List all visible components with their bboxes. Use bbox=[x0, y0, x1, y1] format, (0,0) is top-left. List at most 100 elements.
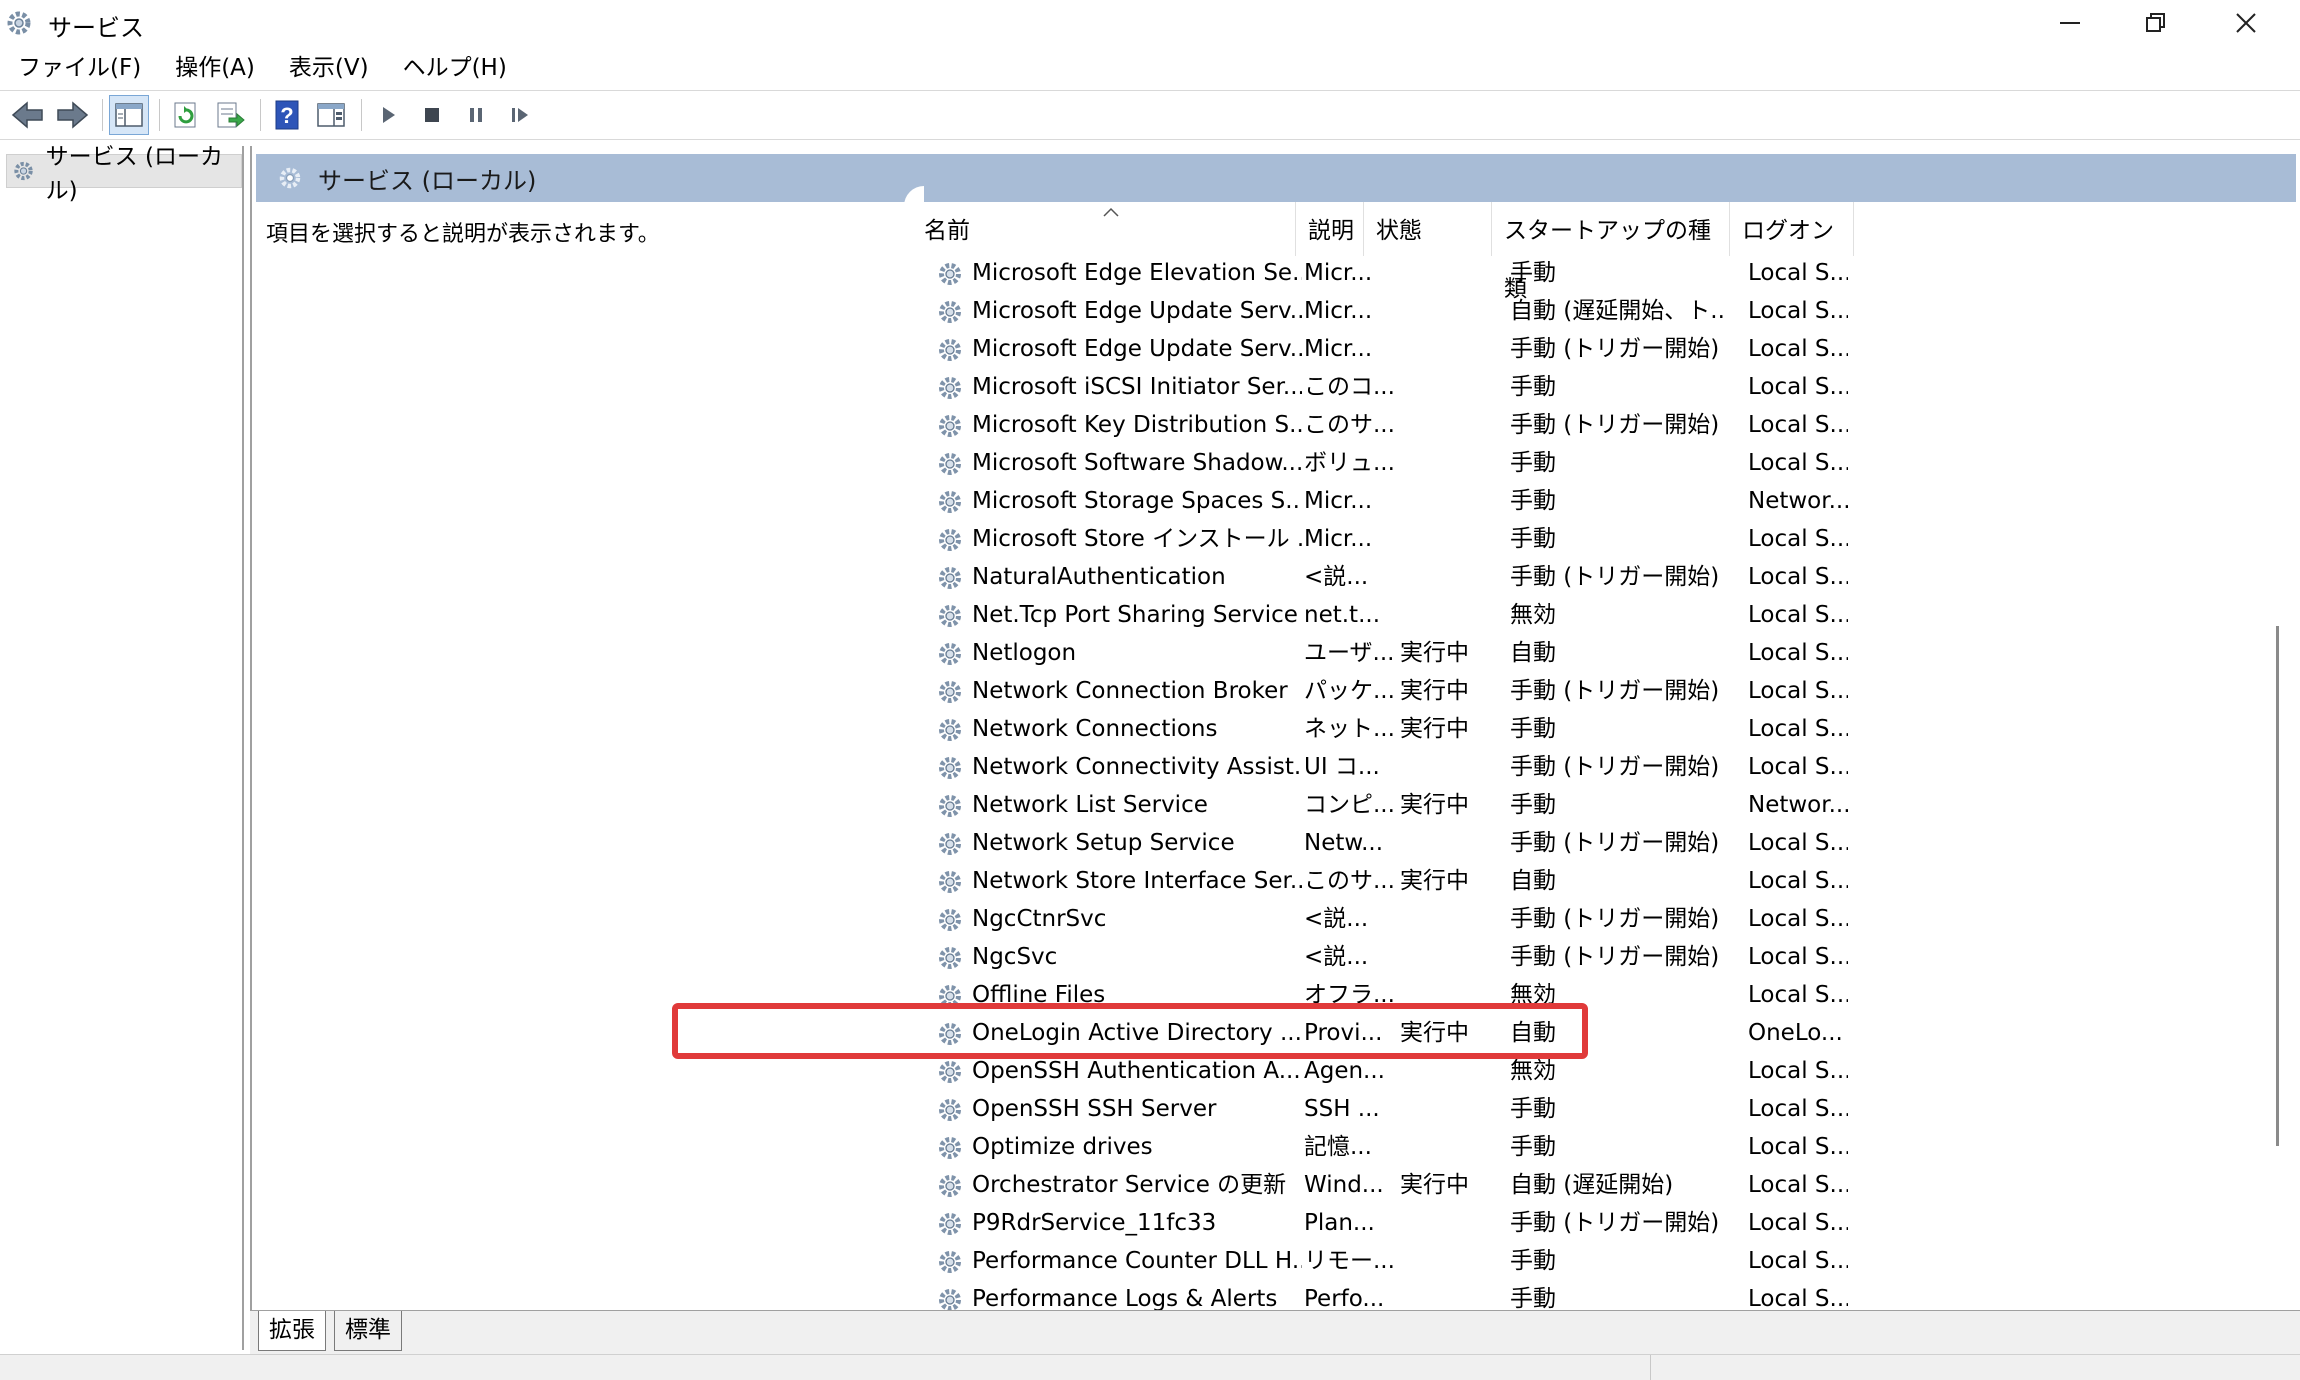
service-logon: Local S... bbox=[1748, 754, 1848, 780]
table-row[interactable]: Microsoft Key Distribution S... このサ... 手… bbox=[912, 406, 2292, 444]
service-startup-type: 自動 bbox=[1510, 640, 1556, 666]
help-button[interactable]: ? bbox=[267, 95, 307, 135]
menu-help[interactable]: ヘルプ(H) bbox=[386, 46, 524, 90]
table-row[interactable]: OpenSSH SSH Server SSH ... 手動 Local S... bbox=[912, 1090, 2292, 1128]
tab-standard[interactable]: 標準 bbox=[334, 1311, 402, 1351]
service-logon: Local S... bbox=[1748, 640, 1848, 666]
service-startup-type: 手動 bbox=[1510, 1248, 1556, 1274]
refresh-button[interactable] bbox=[166, 95, 206, 135]
table-row[interactable]: NaturalAuthentication <説... 手動 (トリガー開始) … bbox=[912, 558, 2292, 596]
properties-button[interactable] bbox=[311, 95, 351, 135]
service-status: 実行中 bbox=[1400, 716, 1469, 742]
gear-icon bbox=[939, 681, 961, 703]
column-header-logon[interactable]: ログオン bbox=[1730, 202, 1854, 256]
table-row[interactable]: Network Connection Broker パッケ... 実行中 手動 … bbox=[912, 672, 2292, 710]
service-name: Network Setup Service bbox=[972, 830, 1235, 856]
service-logon: Local S... bbox=[1748, 1058, 1848, 1084]
service-logon: Local S... bbox=[1748, 564, 1848, 590]
gear-icon bbox=[939, 1175, 961, 1197]
service-description: 記憶... bbox=[1304, 1134, 1372, 1160]
service-status bbox=[1400, 558, 1478, 596]
service-description: ネット... bbox=[1304, 716, 1394, 742]
table-row[interactable]: Performance Logs & Alerts Perfo... 手動 Lo… bbox=[912, 1280, 2292, 1310]
service-status: 実行中 bbox=[1400, 1172, 1469, 1198]
service-name: Microsoft Key Distribution S... bbox=[972, 412, 1302, 438]
table-row[interactable]: Performance Counter DLL H... リモー... 手動 L… bbox=[912, 1242, 2292, 1280]
service-logon: Local S... bbox=[1748, 412, 1848, 438]
column-headers: 名前 説明 状態 スタートアップの種類 ログオン bbox=[912, 202, 2292, 302]
table-row[interactable]: Microsoft Edge Update Serv... Micr... 手動… bbox=[912, 330, 2292, 368]
service-status bbox=[1400, 368, 1478, 406]
service-startup-type: 自動 bbox=[1510, 868, 1556, 894]
service-startup-type: 手動 bbox=[1510, 488, 1556, 514]
forward-button[interactable] bbox=[52, 95, 92, 135]
gear-icon bbox=[939, 1137, 961, 1159]
column-header-startup-type[interactable]: スタートアップの種類 bbox=[1492, 202, 1730, 302]
show-console-tree-button[interactable] bbox=[109, 95, 149, 135]
service-description: Perfo... bbox=[1304, 1286, 1385, 1310]
export-list-button[interactable] bbox=[210, 95, 250, 135]
table-row[interactable]: Network Setup Service Netw... 手動 (トリガー開始… bbox=[912, 824, 2292, 862]
column-header-description[interactable]: 説明 bbox=[1296, 202, 1364, 256]
service-description: SSH ... bbox=[1304, 1096, 1380, 1122]
forward-arrow-icon bbox=[57, 101, 89, 129]
table-row[interactable]: Network Connections ネット... 実行中 手動 Local … bbox=[912, 710, 2292, 748]
service-name: Network Connection Broker bbox=[972, 678, 1288, 704]
column-header-name[interactable]: 名前 bbox=[912, 202, 1296, 256]
table-row[interactable]: Microsoft Software Shadow... ボリュ... 手動 L… bbox=[912, 444, 2292, 482]
service-startup-type: 手動 bbox=[1510, 450, 1556, 476]
start-service-button[interactable] bbox=[368, 95, 408, 135]
gear-icon bbox=[939, 833, 961, 855]
pause-service-button[interactable] bbox=[456, 95, 496, 135]
table-row[interactable]: Network List Service コンピ... 実行中 手動 Netwo… bbox=[912, 786, 2292, 824]
minimize-button[interactable] bbox=[2024, 0, 2116, 46]
table-row[interactable]: Microsoft Storage Spaces S... Micr... 手動… bbox=[912, 482, 2292, 520]
service-status bbox=[1400, 1280, 1478, 1310]
table-row[interactable]: NgcSvc <説... 手動 (トリガー開始) Local S... bbox=[912, 938, 2292, 976]
column-header-status[interactable]: 状態 bbox=[1364, 202, 1492, 256]
help-icon: ? bbox=[275, 100, 299, 130]
back-button[interactable] bbox=[8, 95, 48, 135]
resume-service-button[interactable] bbox=[500, 95, 540, 135]
menu-file[interactable]: ファイル(F) bbox=[0, 46, 158, 90]
service-name: OpenSSH SSH Server bbox=[972, 1096, 1217, 1122]
table-row[interactable]: Netlogon ユーザ... 実行中 自動 Local S... bbox=[912, 634, 2292, 672]
restore-button[interactable] bbox=[2110, 0, 2202, 46]
table-row[interactable]: Microsoft Store インストール ... Micr... 手動 Lo… bbox=[912, 520, 2292, 558]
service-logon: OneLo... bbox=[1748, 1020, 1843, 1046]
table-row[interactable]: Network Connectivity Assist... UI コ... 手… bbox=[912, 748, 2292, 786]
table-row[interactable]: Net.Tcp Port Sharing Service net.t... 無効… bbox=[912, 596, 2292, 634]
gear-icon bbox=[939, 415, 961, 437]
table-row[interactable]: Network Store Interface Ser... このサ... 実行… bbox=[912, 862, 2292, 900]
view-tabs: 拡張 標準 bbox=[250, 1310, 2300, 1354]
close-button[interactable] bbox=[2200, 0, 2292, 46]
service-startup-type: 手動 (トリガー開始) bbox=[1510, 678, 1720, 704]
table-row[interactable]: Optimize drives 記憶... 手動 Local S... bbox=[912, 1128, 2292, 1166]
table-row[interactable]: P9RdrService_11fc33 Plan... 手動 (トリガー開始) … bbox=[912, 1204, 2292, 1242]
table-row[interactable]: NgcCtnrSvc <説... 手動 (トリガー開始) Local S... bbox=[912, 900, 2292, 938]
service-startup-type: 手動 (トリガー開始) bbox=[1510, 564, 1720, 590]
service-startup-type: 手動 (トリガー開始) bbox=[1510, 336, 1720, 362]
table-row[interactable]: Microsoft iSCSI Initiator Ser... このコ... … bbox=[912, 368, 2292, 406]
table-row[interactable]: Orchestrator Service の更新 Wind... 実行中 自動 … bbox=[912, 1166, 2292, 1204]
pane-header-title: サービス (ローカル) bbox=[318, 166, 537, 195]
description-pane: 項目を選択すると説明が表示されます。 bbox=[256, 202, 908, 1302]
tree-item-services-local[interactable]: サービス (ローカル) bbox=[6, 144, 242, 204]
service-logon: Local S... bbox=[1748, 716, 1848, 742]
toolbar-separator bbox=[159, 99, 160, 131]
table-row[interactable]: Microsoft Edge Update Serv... Micr... 自動… bbox=[912, 292, 2292, 330]
menu-action[interactable]: 操作(A) bbox=[158, 46, 272, 90]
service-name: Net.Tcp Port Sharing Service bbox=[972, 602, 1298, 628]
menu-view[interactable]: 表示(V) bbox=[272, 46, 386, 90]
service-logon: Local S... bbox=[1748, 944, 1848, 970]
stop-service-button[interactable] bbox=[412, 95, 452, 135]
table-row[interactable]: Microsoft Edge Elevation Se... Micr... 手… bbox=[912, 254, 2292, 292]
tab-extended[interactable]: 拡張 bbox=[258, 1311, 326, 1351]
gear-icon bbox=[939, 453, 961, 475]
console-tree: サービス (ローカル) bbox=[0, 144, 244, 1350]
service-startup-type: 手動 (トリガー開始) bbox=[1510, 1210, 1720, 1236]
service-logon: Local S... bbox=[1748, 830, 1848, 856]
scrollbar-thumb[interactable] bbox=[2276, 626, 2279, 1146]
service-status bbox=[1400, 748, 1478, 786]
service-list[interactable]: 名前 説明 状態 スタートアップの種類 ログオン Microsoft Edge … bbox=[912, 202, 2292, 1310]
